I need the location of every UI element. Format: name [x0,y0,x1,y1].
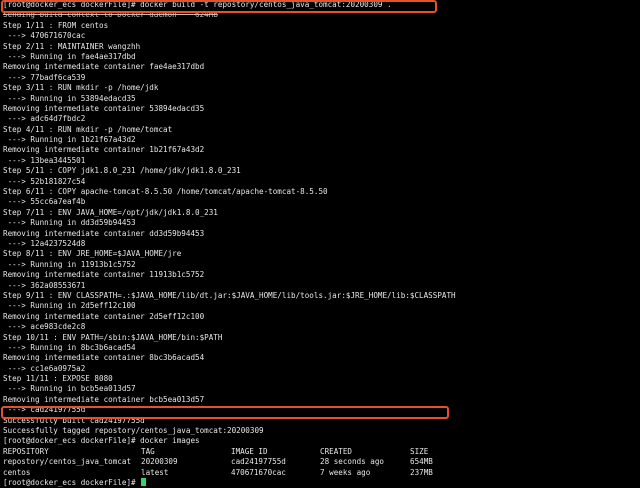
image-repository: repostory/centos_java_tomcat [3,457,132,467]
build-output-line: Successfully built cad24197755d [3,415,145,425]
header-created: CREATED [320,446,353,456]
image-created: 28 seconds ago [320,457,385,467]
build-output-line: Removing intermediate container dd3d59b9… [3,228,205,238]
build-output-line: Step 9/11 : ENV CLASSPATH=.:$JAVA_HOME/l… [3,290,456,300]
build-output-line: Step 4/11 : RUN mkdir -p /home/tomcat [3,124,173,134]
image-tag: latest [141,467,169,477]
build-output-line: ---> Running in 8bc3b6acad54 [3,342,136,352]
build-output-line: ---> Running in 53894edacd35 [3,93,136,103]
build-output-line: ---> Running in 1b21f67a43d2 [3,135,136,145]
build-output-line: Removing intermediate container 1b21f67a… [3,145,205,155]
build-output-line: Removing intermediate container bcb5ea01… [3,394,205,404]
build-output-line: ---> 470671670cac [3,31,86,41]
build-output-line: Removing intermediate container 53894eda… [3,103,205,113]
build-output-line: Removing intermediate container fae4ae31… [3,62,205,72]
image-created: 7 weeks ago [320,467,371,477]
header-size: SIZE [410,446,429,456]
build-output-line: ---> 52b181827c54 [3,176,86,186]
build-context-line: Sending build context to Docker daemon 6… [3,10,218,20]
build-output-line: ---> Running in fae4ae317dbd [3,51,136,61]
header-tag: TAG [141,446,155,456]
terminal-window[interactable]: [root@docker_ecs dockerFile]# docker bui… [0,0,640,487]
build-output-line: Removing intermediate container 2d5eff12… [3,311,205,321]
build-output-line: ---> Running in bcb5ea013d57 [3,384,136,394]
header-repository: REPOSITORY [3,446,49,456]
images-command-line: [root@docker_ecs dockerFile]# docker ima… [3,436,200,446]
build-output-line: ---> 13bea3445501 [3,155,86,165]
build-output-line: ---> ace983cde2c8 [3,322,86,332]
build-output-line: ---> adc64d7fbdc2 [3,114,86,124]
build-output-line: Step 11/11 : EXPOSE 8080 [3,374,113,384]
build-output-line: Removing intermediate container 11913b1c… [3,270,205,280]
final-prompt: [root@docker_ecs dockerFile]# [3,477,141,487]
build-output-line: Step 3/11 : RUN mkdir -p /home/jdk [3,83,159,93]
build-output-line: ---> 55cc6a7eaf4b [3,197,86,207]
table-row: centos latest 470671670cac 7 weeks ago 2… [0,468,640,478]
build-output-line: Step 1/11 : FROM centos [3,20,109,30]
header-image-id: IMAGE ID [231,446,268,456]
build-output-line: ---> Running in 11913b1c5752 [3,259,136,269]
build-output-line: ---> 12a4237524d8 [3,238,86,248]
table-row: repostory/centos_java_tomcat 20200309 ca… [0,457,640,467]
image-size: 237MB [410,467,433,477]
build-output-line: Step 10/11 : ENV PATH=/sbin:$JAVA_HOME/b… [3,332,223,342]
build-output-line: Step 5/11 : COPY jdk1.8.0_231 /home/jdk/… [3,166,241,176]
build-output-line: ---> 77badf6ca539 [3,72,86,82]
final-prompt-line[interactable]: [root@docker_ecs dockerFile]# [0,477,640,488]
build-output-line: ---> 362a08553671 [3,280,86,290]
build-output: Step 1/11 : FROM centos ---> 470671670ca… [0,21,640,437]
build-output-line: ---> cad24197755d [3,405,86,415]
build-output-line: Step 8/11 : ENV JRE_HOME=$JAVA_HOME/jre [3,249,182,259]
image-tag: 20200309 [141,457,178,467]
build-command-line: [root@docker_ecs dockerFile]# docker bui… [3,0,392,9]
image-id: cad24197755d [231,457,286,467]
build-output-line: Step 7/11 : ENV JAVA_HOME=/opt/jdk/jdk1.… [3,207,218,217]
cursor-block-icon [141,477,147,486]
build-output-line: Step 6/11 : COPY apache-tomcat-8.5.50 /h… [3,187,328,197]
build-output-line: ---> Running in dd3d59b94453 [3,218,136,228]
build-output-line: Step 2/11 : MAINTAINER wangzhh [3,41,141,51]
image-size: 654MB [410,457,433,467]
build-output-line: Successfully tagged repostory/centos_jav… [3,426,264,436]
build-output-line: ---> Running in 2d5eff12c100 [3,301,136,311]
build-output-line: ---> cc1e6a0975a2 [3,363,86,373]
image-id: 470671670cac [231,467,286,477]
images-table-header: REPOSITORY TAG IMAGE ID CREATED SIZE [0,447,640,457]
image-repository: centos [3,467,31,477]
build-output-line: Removing intermediate container 8bc3b6ac… [3,353,205,363]
